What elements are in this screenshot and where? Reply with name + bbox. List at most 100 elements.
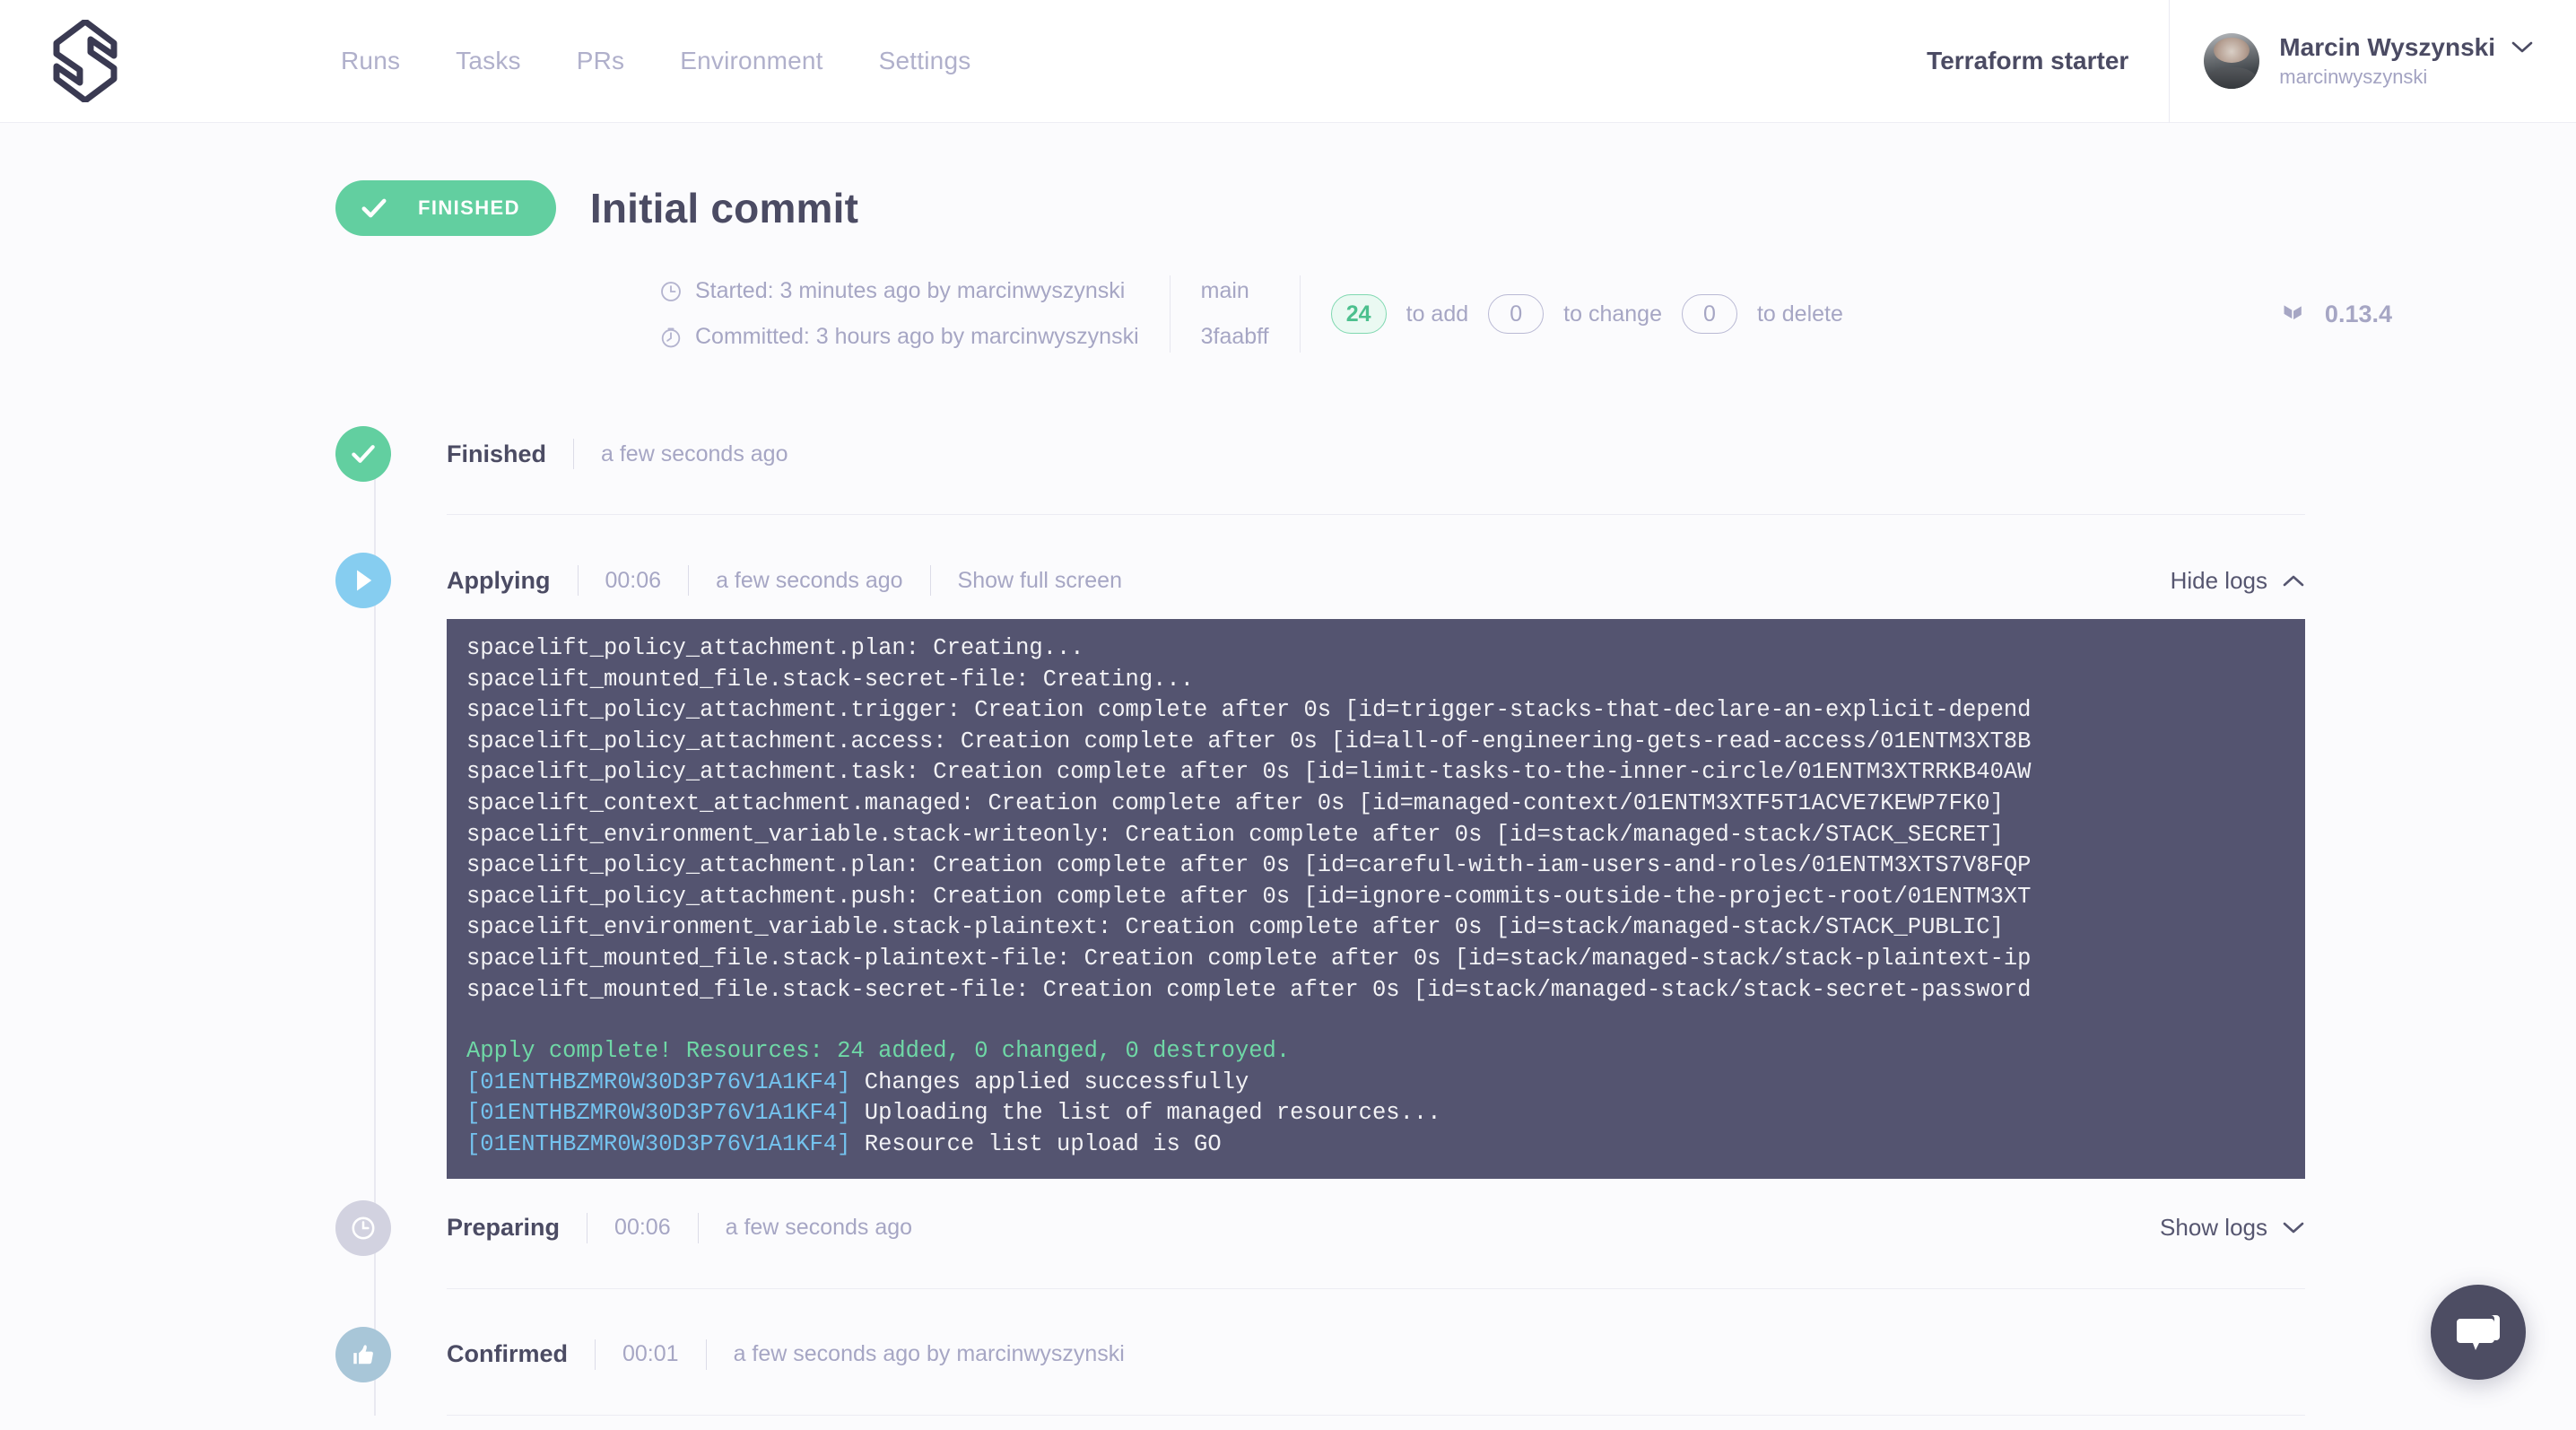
timeline-name: Preparing [447,1214,561,1241]
chat-bubble-icon [2457,1315,2500,1350]
timeline-row-applying: Applying 00:06 a few seconds ago Show fu… [335,542,2576,1179]
counter-add-label: to add [1405,301,1469,327]
run-started-line: Started: 3 minutes ago by marcinwyszynsk… [659,278,1139,304]
log-line: spacelift_policy_attachment.plan: Creati… [466,852,2032,879]
log-line: spacelift_mounted_file.stack-secret-file… [466,976,2032,1003]
spacelift-logo-icon [53,20,117,102]
main-nav: Runs Tasks PRs Environment Settings [341,47,970,75]
nav-item-runs[interactable]: Runs [341,47,400,75]
terraform-logo-icon [2284,305,2302,320]
terraform-version: 0.13.4 [2280,299,2392,329]
counter-add-value: 24 [1330,294,1387,334]
counter-delete-label: to delete [1756,301,1843,327]
timeline-divider [447,1414,2305,1416]
log-line: spacelift_mounted_file.stack-secret-file… [466,666,1195,693]
run-committed-line: Committed: 3 hours ago by marcinwyszynsk… [659,324,1139,350]
user-name: Marcin Wyszynski [2279,33,2495,61]
log-run-id: [01ENTHBZMR0W30D3P76V1A1KF4] [466,1100,851,1127]
avatar [2204,33,2260,89]
timeline-body-confirmed: Confirmed 00:01 a few seconds ago by mar… [447,1338,2576,1370]
timeline-pipe [577,565,579,596]
timeline-time: a few seconds ago by marcinwyszynski [733,1341,1125,1366]
log-line: spacelift_environment_variable.stack-wri… [466,821,2004,848]
timeline-row-preparing: Preparing 00:06 a few seconds ago Show l… [335,1190,2576,1289]
log-output-panel[interactable]: spacelift_policy_attachment.plan: Creati… [447,619,2305,1179]
clock-icon [335,1199,391,1256]
timeline-row-finished: Finished a few seconds ago [335,415,2576,515]
run-meta-times: Started: 3 minutes ago by marcinwyszynsk… [659,278,1139,350]
timeline-pipe [688,565,690,596]
run-source-info: main 3faabff [1201,278,1269,350]
page-body: FINISHED Initial commit Started: 3 minut… [0,123,2576,1416]
chevron-down-icon[interactable] [2511,41,2533,54]
log-text: Resource list upload is GO [850,1130,1222,1157]
chevron-down-icon [2283,1222,2304,1234]
timeline-head-confirmed: Confirmed 00:01 a few seconds ago by mar… [335,1316,2576,1393]
log-line: [01ENTHBZMR0W30D3P76V1A1KF4] Changes app… [447,1068,2305,1099]
log-line: spacelift_policy_attachment.push: Creati… [466,883,2032,910]
thumbs-up-icon [335,1326,391,1382]
show-logs-label: Show logs [2160,1214,2267,1241]
show-logs-toggle[interactable]: Show logs [2160,1214,2305,1242]
chevron-up-icon [2283,575,2304,586]
log-line: [01ENTHBZMR0W30D3P76V1A1KF4] Resource li… [447,1129,2305,1161]
hide-logs-toggle[interactable]: Hide logs [2171,567,2305,595]
thumbs-up-glyph [353,1344,373,1364]
timeline-divider [447,514,2305,515]
timeline-name: Finished [447,440,547,467]
run-title-row: FINISHED Initial commit [0,123,2576,236]
nav-item-tasks[interactable]: Tasks [456,47,521,75]
log-run-id: [01ENTHBZMR0W30D3P76V1A1KF4] [466,1068,851,1095]
clock-glyph [352,1216,375,1239]
timeline-pipe [705,1338,707,1370]
meta-separator-1 [1169,275,1171,353]
nav-item-settings[interactable]: Settings [879,47,971,75]
user-menu[interactable]: Marcin Wyszynski marcinwyszynski [2170,33,2576,89]
show-full-screen-link[interactable]: Show full screen [958,568,1122,594]
stack-name: Terraform starter [1927,47,2129,74]
log-line: spacelift_context_attachment.managed: Cr… [466,789,2004,816]
timeline-duration: 00:06 [605,567,662,593]
timeline-head-finished: Finished a few seconds ago [335,415,2576,493]
chat-widget-button[interactable] [2431,1285,2526,1380]
timeline-head-applying: Applying 00:06 a few seconds ago Show fu… [335,542,2576,619]
run-committed-text: Committed: 3 hours ago by marcinwyszynsk… [695,324,1139,349]
logo-wrap[interactable] [0,20,152,102]
status-badge-label: FINISHED [418,196,520,219]
nav-item-prs[interactable]: PRs [577,47,625,75]
user-name-row: Marcin Wyszynski [2279,33,2533,62]
run-meta-row: Started: 3 minutes ago by marcinwyszynsk… [0,275,2576,353]
timeline-pipe [573,439,575,469]
commit-sha[interactable]: 3faabff [1201,324,1269,350]
timeline-head-preparing: Preparing 00:06 a few seconds ago Show l… [335,1190,2576,1267]
timeline-time: a few seconds ago [601,440,788,466]
timeline-duration: 00:01 [622,1341,679,1366]
timeline-pipe [697,1212,699,1243]
log-line: [01ENTHBZMR0W30D3P76V1A1KF4] Uploading t… [447,1098,2305,1129]
counter-delete-value: 0 [1681,294,1737,334]
timeline-body-applying: Applying 00:06 a few seconds ago Show fu… [447,565,2576,596]
run-started-text: Started: 3 minutes ago by marcinwyszynsk… [695,278,1126,303]
timeline-pipe [929,565,931,596]
check-icon [361,198,387,218]
log-line: spacelift_policy_attachment.plan: Creati… [466,635,1084,661]
timeline-duration: 00:06 [614,1215,671,1240]
timeline-time: a few seconds ago [716,567,903,593]
top-header: Runs Tasks PRs Environment Settings Terr… [0,0,2576,123]
play-icon [335,553,391,608]
counter-change-value: 0 [1488,294,1545,334]
resource-counters: 24 to add 0 to change 0 to delete [1330,294,1843,334]
nav-item-environment[interactable]: Environment [680,47,822,75]
counter-change-label: to change [1563,301,1662,327]
terraform-version-text: 0.13.4 [2324,300,2392,327]
log-line: spacelift_environment_variable.stack-pla… [466,914,2004,941]
hide-logs-label: Hide logs [2170,566,2267,594]
stopwatch-icon [661,327,681,347]
meta-separator-2 [1299,275,1301,353]
log-line-summary: Apply complete! Resources: 24 added, 0 c… [466,1038,1291,1065]
header-right: Terraform starter Marcin Wyszynski marci… [1927,0,2576,123]
log-line: spacelift_policy_attachment.trigger: Cre… [466,697,2032,724]
timeline-time: a few seconds ago [725,1215,913,1240]
play-glyph [357,570,372,591]
timeline-body-preparing: Preparing 00:06 a few seconds ago Show l… [447,1212,2576,1243]
